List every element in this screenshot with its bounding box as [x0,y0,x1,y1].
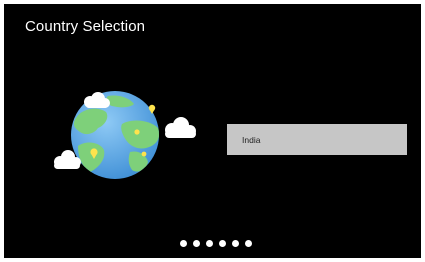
country-label: India [242,134,261,145]
page-indicator [180,240,252,247]
globe-with-clouds-icon [54,91,196,179]
page-dot [193,240,200,247]
country-selection-screen: Country Selection India [4,4,421,258]
country-option-india[interactable]: India [227,124,407,155]
cloud-icon [165,117,196,138]
location-pin-icon [134,129,140,135]
page-dot [232,240,239,247]
location-pin-icon [141,151,147,157]
page-dot [206,240,213,247]
page-title: Country Selection [25,18,146,35]
page-dot [180,240,187,247]
page-dot [219,240,226,247]
page-dot [245,240,252,247]
